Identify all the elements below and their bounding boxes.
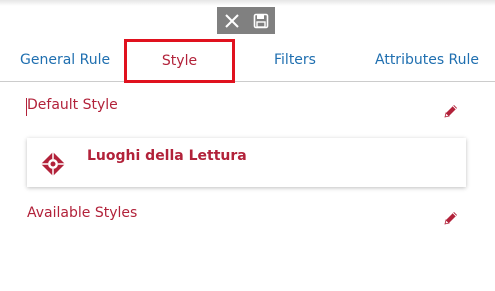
top-shadow [0,0,495,6]
tab-general-rule[interactable]: General Rule [20,40,110,81]
tab-filters[interactable]: Filters [274,40,316,81]
close-button[interactable] [220,9,244,33]
style-symbol-icon [41,152,65,176]
pencil-icon[interactable] [442,209,460,227]
tab-attributes-rule[interactable]: Attributes Rule [375,40,479,81]
style-name: Luoghi della Lettura [87,148,247,164]
tab-bar: General Rule Style Filters Attributes Ru… [0,39,495,83]
toolbar [217,7,275,34]
default-style-label: Default Style [27,97,118,113]
tab-style[interactable]: Style [124,39,235,83]
close-icon [224,13,239,28]
save-button[interactable] [249,9,273,33]
default-style-item[interactable]: Luoghi della Lettura [27,138,466,187]
save-icon [253,13,268,28]
pencil-icon[interactable] [442,102,460,120]
available-styles-label: Available Styles [27,205,138,221]
style-editor-panel: General Rule Style Filters Attributes Ru… [0,0,495,291]
